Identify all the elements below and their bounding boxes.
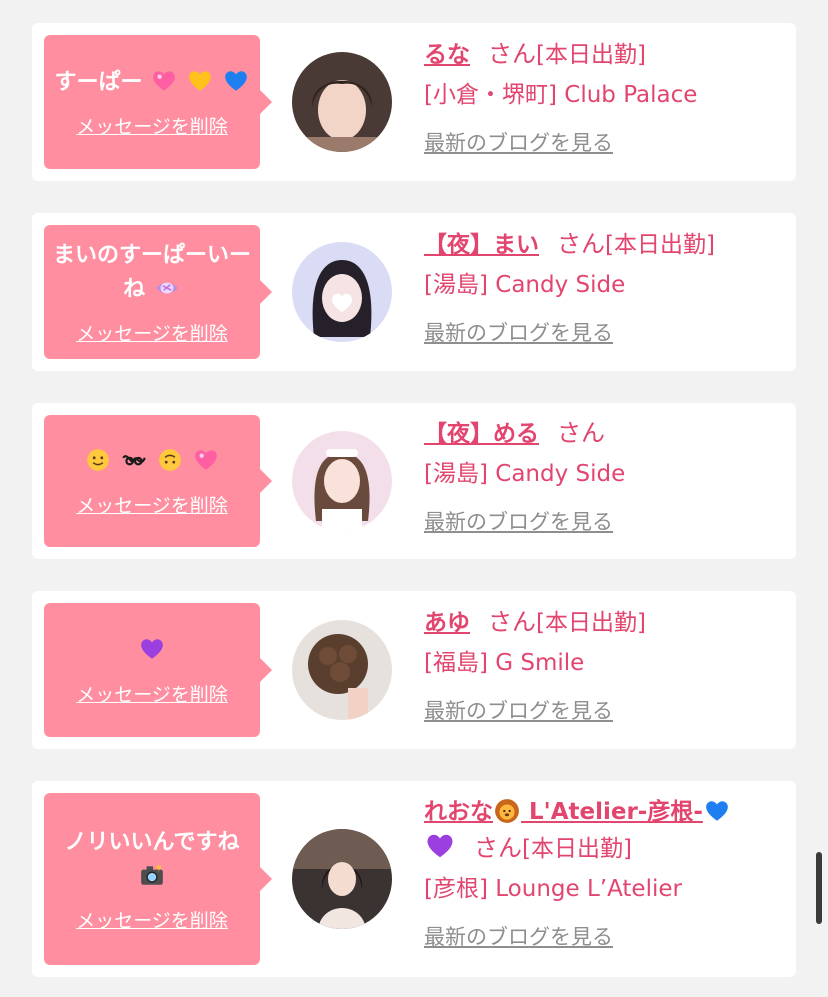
cast-name-link[interactable]: るな — [424, 42, 470, 68]
delete-message-link[interactable]: メッセージを削除 — [76, 680, 228, 707]
cast-name-part: L'Atelier-彦根- — [521, 799, 703, 825]
latest-blog-link[interactable]: 最新のブログを見る — [424, 127, 613, 157]
latest-blog-link[interactable]: 最新のブログを見る — [424, 506, 613, 536]
message-text: ノリいいんですね — [64, 826, 240, 894]
latest-blog-link[interactable]: 最新のブログを見る — [424, 317, 613, 347]
cast-info: れおな L'Atelier-彦根- さん[本日出勤] [彦根] Lounge L’… — [424, 794, 784, 951]
shift-status: [本日出勤] — [522, 836, 632, 862]
message-bubble: メッセージを削除 — [44, 603, 272, 737]
list-item: まいのすーぱーいーね メッセージを削除 【夜】まい さん[本日出勤] [湯島] C… — [32, 213, 796, 371]
message-text: すーぱー — [54, 66, 249, 100]
shift-status: [本日出勤] — [536, 610, 646, 636]
blue-heart-icon — [706, 801, 728, 821]
store-name: [小倉・堺町] Club Palace — [424, 82, 698, 108]
double-curly-loop-icon — [122, 454, 146, 465]
store-name: [湯島] Candy Side — [424, 272, 626, 298]
store-name: [福島] G Smile — [424, 650, 585, 676]
cast-name-link[interactable]: 【夜】まい — [424, 232, 539, 258]
store-name: [彦根] Lounge L’Atelier — [424, 876, 682, 902]
pink-heart-icon — [194, 449, 217, 470]
shift-status: [本日出勤] — [605, 232, 715, 258]
honorific: さん — [557, 230, 605, 258]
store-name: [湯島] Candy Side — [424, 461, 626, 487]
scrollbar[interactable] — [816, 852, 822, 924]
cast-name-line: 【夜】める さん — [424, 415, 784, 452]
message-text — [84, 445, 219, 479]
delete-message-link[interactable]: メッセージを削除 — [76, 319, 228, 346]
pink-heart-icon — [153, 70, 176, 91]
avatar-photo — [292, 242, 392, 342]
favorites-message-list: すーぱー メッセージを削除 るな さん[本日出勤] [小倉・堺町] Club Pa… — [0, 0, 828, 997]
shift-status: [本日出勤] — [536, 42, 646, 68]
message-bubble: メッセージを削除 — [44, 415, 272, 547]
avatar-photo — [292, 620, 392, 720]
purple-heart-icon — [427, 834, 453, 858]
honorific: さん — [557, 419, 605, 447]
honorific: さん — [488, 40, 536, 68]
message-text: まいのすーぱーいーね — [52, 239, 252, 307]
message-text — [138, 634, 166, 668]
message-bubble: すーぱー メッセージを削除 — [44, 35, 272, 169]
blue-heart-icon — [224, 70, 247, 91]
avatar[interactable] — [292, 620, 392, 720]
avatar[interactable] — [292, 242, 392, 342]
list-item: メッセージを削除 【夜】める さん [湯島] Candy Side 最新のブログを… — [32, 403, 796, 559]
message-bubble: まいのすーぱーいーね メッセージを削除 — [44, 225, 272, 359]
honorific: さん — [474, 834, 522, 862]
avatar-photo — [292, 52, 392, 152]
avatar[interactable] — [292, 431, 392, 531]
cast-info: るな さん[本日出勤] [小倉・堺町] Club Palace 最新のブログを見る — [424, 36, 784, 157]
cast-info: 【夜】まい さん[本日出勤] [湯島] Candy Side 最新のブログを見る — [424, 226, 784, 347]
list-item: メッセージを削除 あゆ さん[本日出勤] [福島] G Smile 最新のブログを… — [32, 591, 796, 749]
latest-blog-link[interactable]: 最新のブログを見る — [424, 695, 613, 725]
cast-name-line: るな さん[本日出勤] — [424, 36, 784, 73]
delete-message-link[interactable]: メッセージを削除 — [76, 112, 228, 139]
candy-icon — [156, 282, 178, 293]
cast-name-link[interactable]: 【夜】める — [424, 421, 539, 447]
upside-down-face-icon — [158, 448, 181, 471]
camera-with-flash-icon — [141, 862, 163, 885]
avatar[interactable] — [292, 52, 392, 152]
list-item: すーぱー メッセージを削除 るな さん[本日出勤] [小倉・堺町] Club Pa… — [32, 23, 796, 181]
avatar-photo — [292, 829, 392, 929]
cast-info: 【夜】める さん [湯島] Candy Side 最新のブログを見る — [424, 415, 784, 536]
message-text-body: まいのすーぱーいーね — [52, 242, 251, 302]
list-item: ノリいいんですね メッセージを削除 れおな L'Atelier-彦根- さん[本日… — [32, 781, 796, 977]
delete-message-link[interactable]: メッセージを削除 — [76, 906, 228, 933]
cast-info: あゆ さん[本日出勤] [福島] G Smile 最新のブログを見る — [424, 604, 784, 725]
lion-face-icon — [495, 799, 519, 823]
latest-blog-link[interactable]: 最新のブログを見る — [424, 921, 613, 951]
cast-name-link[interactable]: あゆ — [424, 610, 470, 636]
yellow-heart-icon — [189, 70, 211, 91]
message-text-body: すーぱー — [54, 69, 143, 95]
delete-message-link[interactable]: メッセージを削除 — [76, 491, 228, 518]
message-bubble: ノリいいんですね メッセージを削除 — [44, 793, 272, 965]
avatar-photo — [292, 431, 392, 531]
message-text-body: ノリいいんですね — [64, 829, 240, 855]
cast-name-line: 【夜】まい さん[本日出勤] — [424, 226, 784, 263]
slightly-smiling-face-icon — [87, 448, 110, 471]
purple-heart-icon — [141, 638, 163, 659]
avatar[interactable] — [292, 829, 392, 929]
cast-name-line: あゆ さん[本日出勤] — [424, 604, 784, 641]
honorific: さん — [488, 608, 536, 636]
cast-name-line: れおな L'Atelier-彦根- さん[本日出勤] — [424, 794, 784, 867]
cast-name-part: れおな — [424, 799, 493, 825]
